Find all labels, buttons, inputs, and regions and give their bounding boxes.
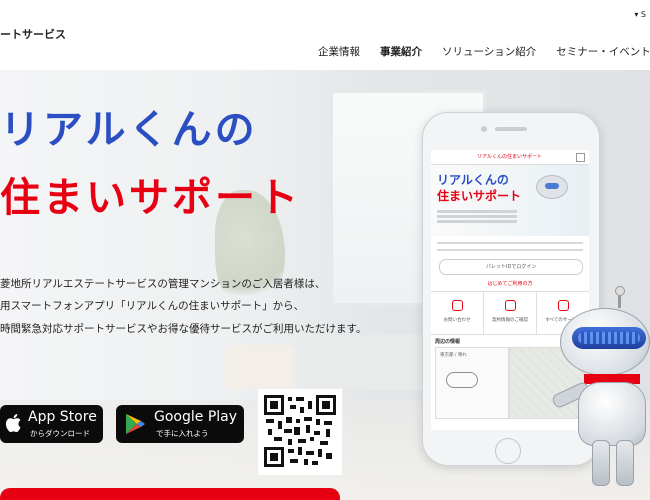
robot-antenna [615,286,625,308]
google-play-subtitle: で手に入れよう [156,429,209,438]
phone-home-button [495,438,521,464]
app-login-label: パレットIDでログイン [486,264,537,270]
hero-title-line2: 住まいサポート [0,175,301,221]
qr-code [257,388,343,476]
app-hero-title-line1: リアルくんの [437,173,509,187]
app-text-line [437,242,583,244]
document-icon [505,300,516,311]
site-header: ートサービス ▾ S 企業情報 事業紹介 ソリューション紹介 セミナー・イベント [0,0,650,73]
hero-section: リアルくんの 住まいサポート 菱地所リアルエステートサービスの管理マンションのご… [0,70,650,500]
google-play-button[interactable]: Google Play で手に入れよう [116,405,244,443]
nav-item-business[interactable]: 事業紹介 [370,44,432,73]
app-first-time-link: はじめてご利用の方 [487,281,533,287]
menu-icon [576,153,585,162]
hero-description-line1: 菱地所リアルエステートサービスの管理マンションのご入居者様は、 [0,278,326,290]
robot-visor [572,327,646,349]
app-tile-label: 契約情報のご確認 [492,318,528,323]
app-weather-card: 東京都 / 晴れ [435,347,509,419]
app-hero-text-lines [437,210,517,213]
background-chair [225,345,295,390]
cloud-icon [446,372,478,388]
mail-icon [452,300,463,311]
app-store-subtitle: からダウンロード [30,429,90,438]
robot-legs [590,440,636,486]
hero-description-line2: 用スマートフォンアプリ「リアルくんの住まいサポート」から、 [0,300,305,312]
google-play-icon [126,414,145,434]
robot-mascot [548,286,650,496]
app-section-title: 周辺の情報 [435,339,461,345]
nav-item-solutions[interactable]: ソリューション紹介 [432,44,546,70]
app-hero-title-line2: 住まいサポート [437,189,522,203]
red-cta-bar[interactable] [0,488,340,500]
mini-robot-image [536,175,568,199]
google-play-title: Google Play [154,409,238,425]
app-login-button: パレットIDでログイン [439,259,583,275]
hero-description-line3: 時間緊急対応サポートサービスやお得な優待サービスがご利用いただけます。 [0,323,367,335]
phone-camera [481,126,487,132]
nav-item-seminars[interactable]: セミナー・イベント [546,44,650,70]
app-tile-label: お問い合わせ [443,318,471,323]
site-logo[interactable]: ートサービス [0,26,66,42]
app-topbar: リアルくんの住まいサポート [431,150,589,165]
qr-code-pattern [264,395,336,467]
app-store-button[interactable]: App Store からダウンロード [0,405,103,443]
apple-icon [5,414,21,433]
app-topbar-title: リアルくんの住まいサポート [477,154,542,160]
nav-item-company[interactable]: 企業情報 [308,44,370,70]
app-text-line [437,249,583,251]
app-store-title: App Store [28,409,97,425]
weather-location: 東京都 / 晴れ [440,353,467,358]
app-hero: リアルくんの 住まいサポート [431,165,589,236]
main-nav: 企業情報 事業紹介 ソリューション紹介 セミナー・イベント [308,44,650,73]
language-selector[interactable]: ▾ S [634,10,646,19]
app-tile-contract: 契約情報のご確認 [484,292,537,334]
app-tile-contact: お問い合わせ [431,292,484,334]
robot-body [578,382,646,446]
phone-speaker [495,127,527,131]
hero-title-line1: リアルくんの [0,107,258,153]
